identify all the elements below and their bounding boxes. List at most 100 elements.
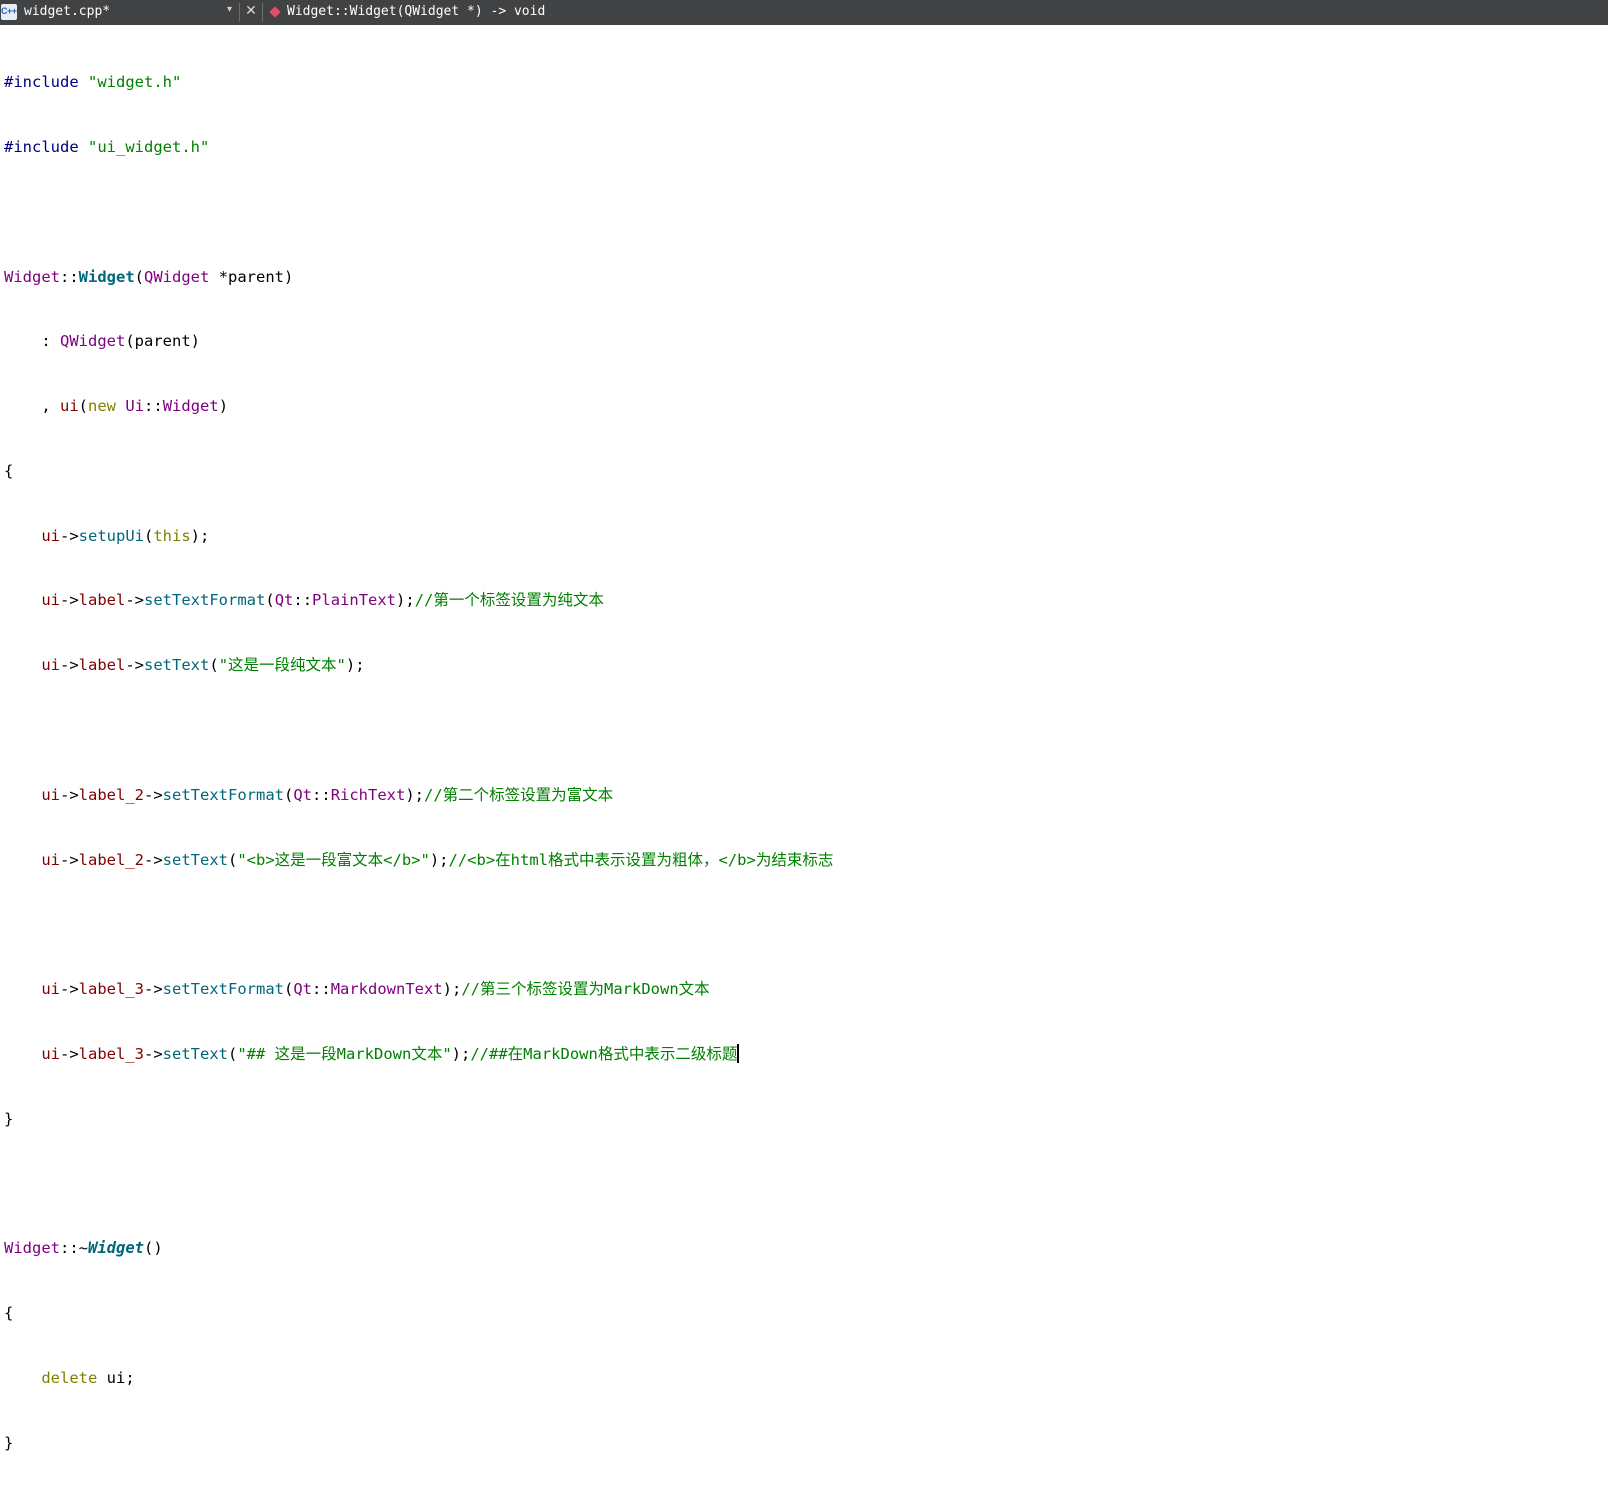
scope-operator: ::: [312, 785, 331, 804]
comment: //第二个标签设置为富文本: [424, 785, 614, 804]
punctuation: (: [284, 980, 294, 999]
member-name: label_2: [78, 850, 144, 869]
function-name: setTextFormat: [144, 591, 266, 610]
text-cursor: [737, 1043, 740, 1063]
comment: //第三个标签设置为MarkDown文本: [461, 980, 710, 999]
arguments: (parent): [125, 332, 200, 351]
namespace-name: Qt: [293, 785, 313, 804]
comment: //第一个标签设置为纯文本: [414, 591, 604, 610]
arrow-operator: ->: [60, 1044, 79, 1063]
member-name: ui: [41, 785, 60, 804]
member-name: ui: [41, 526, 60, 545]
arrow-operator: ->: [144, 1044, 163, 1063]
code-line-20: {: [4, 1304, 14, 1323]
code-line-12: ui->label_2->setTextFormat(Qt::RichText)…: [4, 785, 833, 807]
arrow-operator: ->: [60, 785, 79, 804]
punctuation: :: [4, 332, 60, 351]
code-line-1: #include "widget.h": [4, 72, 833, 94]
constructor-name: Widget: [78, 267, 135, 286]
code-line-5: : QWidget(parent): [4, 331, 833, 353]
function-name: setupUi: [78, 526, 144, 545]
code-line-16: ui->label_3->setText("## 这是一段MarkDown文本"…: [4, 1043, 833, 1066]
code-line-21: delete ui;: [4, 1368, 833, 1390]
punctuation: (: [144, 526, 154, 545]
close-document-button[interactable]: ✕: [243, 3, 259, 21]
arrow-operator: ->: [60, 591, 79, 610]
keyword: this: [153, 526, 191, 545]
string-literal: "## 这是一段MarkDown文本": [237, 1044, 452, 1063]
punctuation: ,: [4, 397, 60, 416]
punctuation: );: [345, 656, 365, 675]
arrow-operator: ->: [60, 526, 79, 545]
punctuation: ): [218, 397, 229, 416]
member-name: label_3: [78, 1044, 144, 1063]
code-text[interactable]: #include "widget.h" #include "ui_widget.…: [4, 29, 833, 1497]
code-line-7: {: [4, 461, 14, 480]
member-name: ui: [41, 850, 60, 869]
namespace-name: Qt: [293, 980, 313, 999]
arrow-operator: ->: [60, 656, 79, 675]
namespace-name: Qt: [274, 591, 294, 610]
function-name: setText: [162, 1044, 228, 1063]
toolbar-divider: [262, 3, 263, 22]
type-name: Widget: [162, 397, 219, 416]
punctuation: );: [405, 785, 425, 804]
scope-operator: ::: [60, 267, 79, 286]
string-literal: "<b>这是一段富文本</b>": [237, 850, 430, 869]
scope-operator: ::~: [60, 1239, 88, 1258]
function-symbol-icon: [269, 6, 281, 18]
code-line-4: Widget::Widget(QWidget *parent): [4, 267, 833, 289]
punctuation: (: [265, 591, 275, 610]
namespace-name: Ui: [125, 397, 145, 416]
editor-toolbar: C++ widget.cpp* ▾ ✕ Widget::Widget(QWidg…: [0, 0, 1608, 25]
punctuation: (: [228, 1044, 238, 1063]
scope-operator: ::: [293, 591, 313, 610]
arrow-operator: ->: [125, 656, 145, 675]
string-literal: "这是一段纯文本": [218, 656, 346, 675]
arrow-operator: ->: [60, 980, 79, 999]
punctuation: (: [228, 850, 238, 869]
string-literal: "ui_widget.h": [88, 137, 210, 156]
arrow-operator: ->: [60, 850, 79, 869]
symbol-selector[interactable]: Widget::Widget(QWidget *) -> void: [287, 4, 545, 19]
punctuation: (): [144, 1239, 163, 1258]
punctuation: (: [78, 397, 89, 416]
keyword: delete: [41, 1368, 98, 1387]
code-editor[interactable]: #include "widget.h" #include "ui_widget.…: [0, 25, 1608, 1452]
type-name: QWidget: [144, 267, 210, 286]
code-line-17: }: [4, 1109, 14, 1128]
member-name: label: [78, 656, 126, 675]
comment: //<b>在html格式中表示设置为粗体，</b>为结束标志: [448, 850, 834, 869]
member-name: ui: [41, 1044, 60, 1063]
type-name: QWidget: [60, 332, 126, 351]
code-line-15: ui->label_3->setTextFormat(Qt::MarkdownT…: [4, 979, 833, 1001]
preprocessor-directive: #include: [4, 73, 79, 92]
arrow-operator: ->: [144, 850, 163, 869]
open-file-selector[interactable]: widget.cpp*: [24, 4, 110, 19]
function-name: setText: [144, 656, 210, 675]
member-name: ui: [41, 591, 60, 610]
punctuation: (: [134, 267, 145, 286]
statement: ui;: [97, 1368, 135, 1387]
punctuation: );: [429, 850, 449, 869]
toolbar-divider: [239, 3, 240, 22]
destructor-name: Widget: [88, 1239, 144, 1258]
punctuation: );: [442, 980, 462, 999]
enum-value: PlainText: [312, 591, 397, 610]
enum-value: RichText: [330, 785, 406, 804]
punctuation: );: [190, 526, 210, 545]
function-name: setTextFormat: [162, 785, 284, 804]
function-name: setText: [162, 850, 228, 869]
arrow-operator: ->: [144, 785, 163, 804]
code-line-6: , ui(new Ui::Widget): [4, 396, 833, 418]
